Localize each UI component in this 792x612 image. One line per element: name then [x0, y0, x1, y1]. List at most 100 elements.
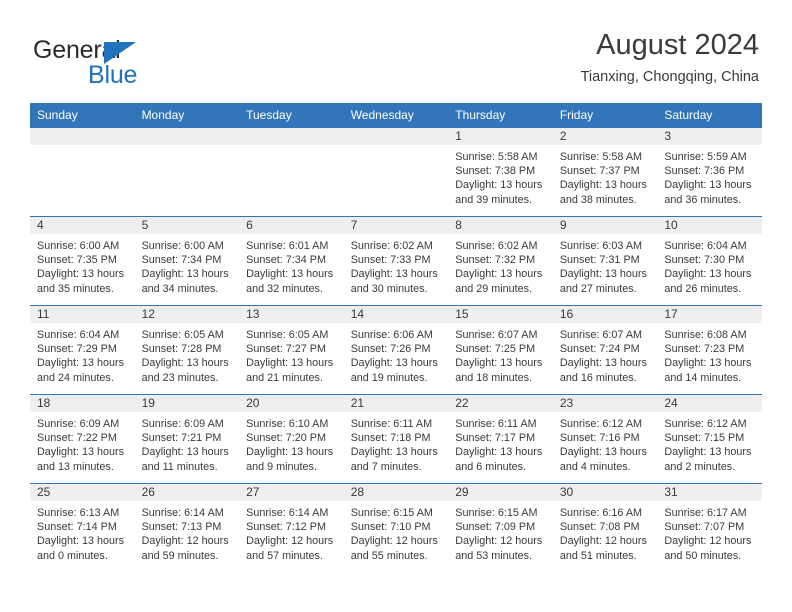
sunset-time: Sunset: 7:25 PM — [455, 343, 536, 356]
daylight-duration-line1: Daylight: 12 hours — [664, 535, 752, 548]
sunrise-time: Sunrise: 6:06 AM — [350, 329, 433, 341]
calendar-day-cell[interactable]: 13 Sunrise: 6:05 AM Sunset: 7:27 PM Dayligh… — [239, 305, 344, 395]
sunrise-time: Sunrise: 6:05 AM — [141, 329, 224, 341]
calendar-day-cell[interactable]: 29 Sunrise: 6:15 AM Sunset: 7:09 PM Dayligh… — [448, 483, 553, 572]
daylight-duration-line2: and 9 minutes. — [246, 460, 317, 473]
calendar-week-row: 4 Sunrise: 6:00 AM Sunset: 7:35 PM Daylight… — [30, 216, 762, 306]
day-number: 13 — [239, 306, 344, 323]
calendar-day-cell[interactable]: 14 Sunrise: 6:06 AM Sunset: 7:26 PM Dayligh… — [343, 305, 449, 395]
weekday-header-friday: Friday — [552, 103, 658, 128]
day-number: 8 — [448, 217, 553, 234]
calendar-day-cell-empty — [30, 127, 135, 217]
day-details: Sunrise: 6:13 AM Sunset: 7:14 PM Daylight:… — [30, 501, 135, 563]
calendar-day-cell[interactable]: 9 Sunrise: 6:03 AM Sunset: 7:31 PM Daylight… — [552, 216, 658, 306]
calendar-day-cell[interactable]: 22 Sunrise: 6:11 AM Sunset: 7:17 PM Dayligh… — [448, 394, 553, 484]
day-details: Sunrise: 6:07 AM Sunset: 7:24 PM Daylight:… — [553, 323, 658, 385]
daylight-duration-line2: and 38 minutes. — [559, 193, 637, 206]
sunset-time: Sunset: 7:34 PM — [141, 254, 222, 267]
daylight-duration-line2: and 24 minutes. — [37, 371, 114, 384]
calendar-day-cell[interactable]: 15 Sunrise: 6:07 AM Sunset: 7:25 PM Dayligh… — [448, 305, 553, 395]
day-number: 28 — [343, 484, 449, 501]
day-details: Sunrise: 6:05 AM Sunset: 7:27 PM Daylight:… — [239, 323, 344, 385]
sunset-time: Sunset: 7:29 PM — [37, 343, 117, 356]
calendar-day-cell[interactable]: 8 Sunrise: 6:02 AM Sunset: 7:32 PM Daylight… — [448, 216, 553, 306]
sunset-time: Sunset: 7:31 PM — [559, 254, 640, 267]
daylight-duration-line2: and 11 minutes. — [141, 460, 218, 473]
day-number: 4 — [30, 217, 135, 234]
calendar-day-cell[interactable]: 25 Sunrise: 6:13 AM Sunset: 7:14 PM Dayligh… — [30, 483, 135, 572]
day-details: Sunrise: 6:07 AM Sunset: 7:25 PM Daylight:… — [448, 323, 553, 385]
sunset-time: Sunset: 7:22 PM — [37, 432, 117, 445]
day-details: Sunrise: 6:15 AM Sunset: 7:10 PM Daylight:… — [344, 501, 449, 563]
calendar-day-cell[interactable]: 30 Sunrise: 6:16 AM Sunset: 7:08 PM Dayligh… — [552, 483, 658, 572]
weekday-header-saturday: Saturday — [657, 103, 762, 128]
sunrise-time: Sunrise: 6:12 AM — [664, 418, 747, 430]
daylight-duration-line2: and 26 minutes. — [664, 282, 742, 295]
sunset-time: Sunset: 7:35 PM — [37, 254, 117, 267]
day-number: 2 — [552, 128, 658, 145]
day-number — [343, 128, 449, 145]
day-details: Sunrise: 6:10 AM Sunset: 7:20 PM Daylight:… — [239, 412, 344, 474]
sunrise-time: Sunrise: 6:14 AM — [246, 507, 329, 519]
day-details: Sunrise: 6:14 AM Sunset: 7:12 PM Daylight:… — [239, 501, 344, 563]
daylight-duration-line1: Daylight: 13 hours — [37, 268, 125, 281]
calendar-day-cell[interactable]: 31 Sunrise: 6:17 AM Sunset: 7:07 PM Dayligh… — [657, 483, 762, 572]
page-header: General Blue August 2024 Tianxing, Chong… — [0, 0, 792, 100]
calendar-day-cell[interactable]: 5 Sunrise: 6:00 AM Sunset: 7:34 PM Daylight… — [134, 216, 240, 306]
sunrise-time: Sunrise: 6:00 AM — [37, 240, 120, 252]
calendar-week-row: 18 Sunrise: 6:09 AM Sunset: 7:22 PM Dayligh… — [30, 394, 762, 484]
calendar-day-cell[interactable]: 19 Sunrise: 6:09 AM Sunset: 7:21 PM Dayligh… — [134, 394, 240, 484]
sunrise-time: Sunrise: 6:10 AM — [246, 418, 329, 430]
calendar-day-cell[interactable]: 12 Sunrise: 6:05 AM Sunset: 7:28 PM Dayligh… — [134, 305, 240, 395]
weekday-header-sunday: Sunday — [30, 103, 135, 128]
sunset-time: Sunset: 7:21 PM — [141, 432, 222, 445]
weekday-header-monday: Monday — [134, 103, 240, 128]
sunrise-time: Sunrise: 6:15 AM — [455, 507, 538, 519]
day-details: Sunrise: 6:11 AM Sunset: 7:18 PM Daylight:… — [344, 412, 449, 474]
calendar-day-cell[interactable]: 2 Sunrise: 5:58 AM Sunset: 7:37 PM Daylight… — [552, 127, 658, 217]
page-subtitle: Tianxing, Chongqing, China — [580, 69, 759, 85]
sunset-time: Sunset: 7:32 PM — [455, 254, 536, 267]
daylight-duration-line2: and 18 minutes. — [455, 371, 533, 384]
calendar-day-cell[interactable]: 23 Sunrise: 6:12 AM Sunset: 7:16 PM Dayligh… — [552, 394, 658, 484]
daylight-duration-line1: Daylight: 13 hours — [350, 268, 438, 281]
daylight-duration-line1: Daylight: 12 hours — [455, 535, 543, 548]
sunset-time: Sunset: 7:10 PM — [350, 521, 431, 534]
calendar-day-cell[interactable]: 26 Sunrise: 6:14 AM Sunset: 7:13 PM Dayligh… — [134, 483, 240, 572]
daylight-duration-line2: and 21 minutes. — [246, 371, 323, 384]
day-number: 21 — [343, 395, 449, 412]
calendar-day-cell[interactable]: 27 Sunrise: 6:14 AM Sunset: 7:12 PM Dayligh… — [239, 483, 344, 572]
sunset-time: Sunset: 7:37 PM — [559, 165, 640, 178]
calendar-day-cell[interactable]: 11 Sunrise: 6:04 AM Sunset: 7:29 PM Dayligh… — [30, 305, 135, 395]
calendar-day-cell[interactable]: 6 Sunrise: 6:01 AM Sunset: 7:34 PM Daylight… — [239, 216, 344, 306]
sunset-time: Sunset: 7:34 PM — [246, 254, 326, 267]
calendar-day-cell[interactable]: 18 Sunrise: 6:09 AM Sunset: 7:22 PM Dayligh… — [30, 394, 135, 484]
calendar-day-cell[interactable]: 7 Sunrise: 6:02 AM Sunset: 7:33 PM Daylight… — [343, 216, 449, 306]
calendar-day-cell[interactable]: 3 Sunrise: 5:59 AM Sunset: 7:36 PM Daylight… — [657, 127, 762, 217]
calendar-day-cell[interactable]: 20 Sunrise: 6:10 AM Sunset: 7:20 PM Dayligh… — [239, 394, 344, 484]
calendar-day-cell[interactable]: 16 Sunrise: 6:07 AM Sunset: 7:24 PM Dayligh… — [552, 305, 658, 395]
sunrise-time: Sunrise: 6:16 AM — [559, 507, 643, 519]
daylight-duration-line1: Daylight: 13 hours — [37, 535, 125, 548]
calendar-day-cell[interactable]: 10 Sunrise: 6:04 AM Sunset: 7:30 PM Dayligh… — [657, 216, 762, 306]
daylight-duration-line2: and 16 minutes. — [559, 371, 637, 384]
sunrise-time: Sunrise: 6:03 AM — [559, 240, 643, 252]
day-details: Sunrise: 6:03 AM Sunset: 7:31 PM Daylight:… — [553, 234, 658, 296]
calendar-day-cell[interactable]: 21 Sunrise: 6:11 AM Sunset: 7:18 PM Dayligh… — [343, 394, 449, 484]
daylight-duration-line1: Daylight: 13 hours — [559, 357, 647, 370]
sunset-time: Sunset: 7:15 PM — [664, 432, 745, 445]
sunset-time: Sunset: 7:23 PM — [664, 343, 745, 356]
daylight-duration-line1: Daylight: 13 hours — [350, 446, 438, 459]
daylight-duration-line1: Daylight: 13 hours — [246, 268, 334, 281]
sunset-time: Sunset: 7:13 PM — [141, 521, 222, 534]
calendar-day-cell-empty — [239, 127, 344, 217]
day-details: Sunrise: 5:58 AM Sunset: 7:38 PM Daylight:… — [448, 145, 553, 207]
calendar-day-cell[interactable]: 28 Sunrise: 6:15 AM Sunset: 7:10 PM Dayligh… — [343, 483, 449, 572]
calendar-day-cell[interactable]: 1 Sunrise: 5:58 AM Sunset: 7:38 PM Daylight… — [448, 127, 553, 217]
generalblue-logo[interactable]: General Blue — [33, 36, 213, 92]
calendar-day-cell[interactable]: 4 Sunrise: 6:00 AM Sunset: 7:35 PM Daylight… — [30, 216, 135, 306]
day-number: 27 — [239, 484, 344, 501]
daylight-duration-line2: and 29 minutes. — [455, 282, 533, 295]
calendar-day-cell[interactable]: 17 Sunrise: 6:08 AM Sunset: 7:23 PM Dayligh… — [657, 305, 762, 395]
calendar-day-cell[interactable]: 24 Sunrise: 6:12 AM Sunset: 7:15 PM Dayligh… — [657, 394, 762, 484]
